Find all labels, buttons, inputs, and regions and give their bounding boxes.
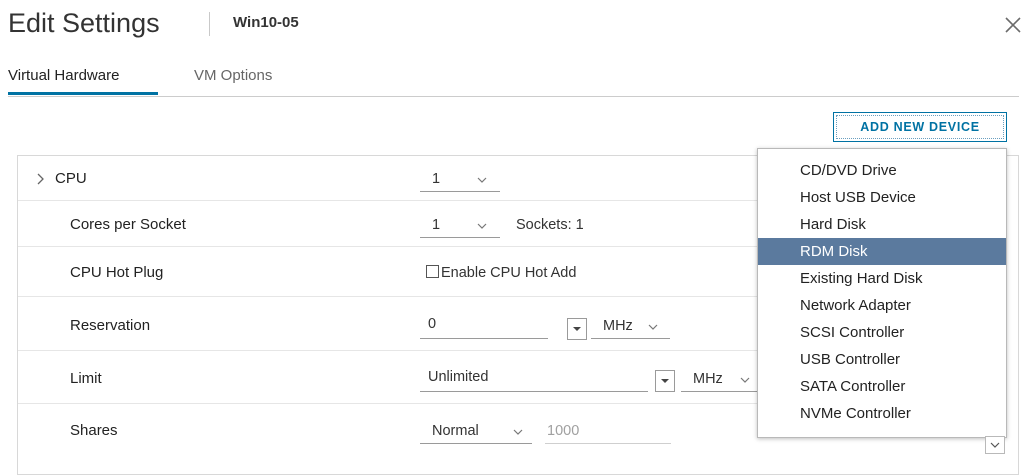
chevron-down-icon [740,377,750,383]
menu-item-nvme-controller[interactable]: NVMe Controller [758,400,1006,427]
shares-number-value: 1000 [547,423,580,439]
limit-unit-select[interactable]: MHz [681,366,757,392]
shares-select[interactable]: Normal [420,418,532,444]
cpu-hot-plug-label: CPU Hot Plug [70,264,164,281]
menu-item-cd-dvd-drive[interactable]: CD/DVD Drive [758,157,1006,184]
reservation-label: Reservation [70,317,151,334]
caret-down-icon [573,327,581,331]
row-divider [18,403,758,404]
tab-vm-options[interactable]: VM Options [194,66,272,86]
cpu-count-select[interactable]: 1 [420,166,500,192]
caret-down-icon [661,379,669,383]
shares-number-input[interactable]: 1000 [545,418,671,444]
select-underline [420,237,500,238]
select-underline [420,191,500,192]
row-divider [18,246,758,247]
reservation-input[interactable]: 0 [420,313,548,339]
focus-ring [836,115,1004,139]
tab-virtual-hardware[interactable]: Virtual Hardware [8,66,119,86]
reservation-value: 0 [428,316,437,332]
row-divider [18,350,758,351]
menu-item-rdm-disk[interactable]: RDM Disk [758,238,1006,265]
menu-item-host-usb-device[interactable]: Host USB Device [758,184,1006,211]
close-button[interactable] [1002,14,1024,36]
cores-per-socket-select[interactable]: 1 [420,212,500,238]
cpu-label: CPU [55,170,87,187]
scroll-down-button[interactable] [985,436,1005,454]
close-icon[interactable] [1002,14,1024,36]
sockets-text: Sockets: 1 [516,217,584,233]
limit-dropdown-button[interactable] [655,370,675,392]
chevron-down-icon [513,429,523,435]
chevron-down-icon [477,223,487,229]
chevron-down-icon [990,442,1000,448]
cores-per-socket-label: Cores per Socket [70,216,186,233]
reservation-dropdown-button[interactable] [567,318,587,340]
chevron-right-icon[interactable] [36,172,46,186]
menu-item-existing-hard-disk[interactable]: Existing Hard Disk [758,265,1006,292]
chevron-down-icon [648,324,658,330]
menu-item-hard-disk[interactable]: Hard Disk [758,211,1006,238]
limit-input[interactable]: Unlimited [420,366,648,392]
limit-unit-value: MHz [693,371,723,387]
limit-label: Limit [70,370,102,387]
title-divider [209,12,210,36]
shares-label: Shares [70,422,118,439]
active-tab-indicator [8,92,158,95]
vm-name: Win10-05 [233,14,299,31]
row-divider [18,296,758,297]
enable-cpu-hot-add-label[interactable]: Enable CPU Hot Add [441,263,576,283]
dialog-title: Edit Settings [8,8,160,38]
add-device-menu: CD/DVD Drive Host USB Device Hard Disk R… [757,148,1007,438]
chevron-down-icon [477,177,487,183]
input-underline [420,391,648,392]
add-new-device-button[interactable]: ADD NEW DEVICE [833,112,1007,142]
limit-value: Unlimited [428,369,489,385]
reservation-unit-value: MHz [603,318,633,334]
row-divider [18,200,758,201]
menu-item-scsi-controller[interactable]: SCSI Controller [758,319,1006,346]
select-underline [420,443,532,444]
shares-value: Normal [432,423,479,439]
select-underline [681,391,757,392]
menu-item-usb-controller[interactable]: USB Controller [758,346,1006,373]
cores-per-socket-value: 1 [432,217,441,233]
select-underline [591,338,670,339]
input-underline [420,338,548,339]
menu-item-sata-controller[interactable]: SATA Controller [758,373,1006,400]
menu-item-network-adapter[interactable]: Network Adapter [758,292,1006,319]
reservation-unit-select[interactable]: MHz [591,313,670,339]
tabs-divider [8,96,1019,97]
cpu-count-value: 1 [432,171,441,187]
enable-cpu-hot-add-checkbox[interactable] [426,265,439,278]
input-underline [545,443,671,444]
